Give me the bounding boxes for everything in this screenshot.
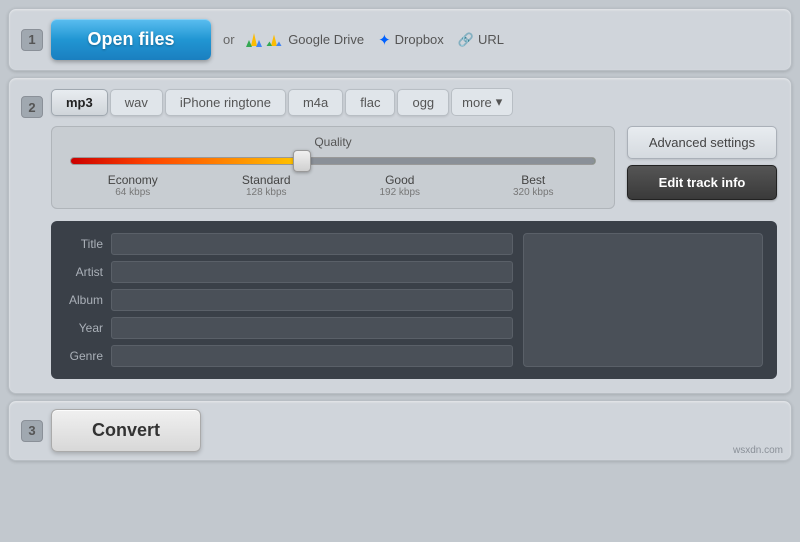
tab-more[interactable]: more ▾	[451, 88, 513, 116]
link-icon: 🔗	[458, 32, 474, 48]
title-field-row: Title	[65, 233, 513, 255]
quality-area: Quality Economy 64 kbps Standard 128 kbp…	[51, 126, 615, 209]
convert-button[interactable]: Convert	[51, 409, 201, 452]
edit-track-button[interactable]: Edit track info	[627, 165, 777, 200]
economy-kbps: 64 kbps	[66, 187, 200, 198]
url-label: URL	[478, 32, 504, 47]
dropbox-label: Dropbox	[395, 32, 444, 47]
best-label: Best	[467, 173, 601, 187]
chevron-down-icon: ▾	[496, 94, 503, 110]
slider-track	[70, 157, 596, 165]
album-input[interactable]	[111, 289, 513, 311]
quality-good: Good 192 kbps	[333, 173, 467, 198]
slider-container	[70, 157, 596, 165]
settings-row: Quality Economy 64 kbps Standard 128 kbp…	[51, 126, 777, 209]
album-label: Album	[65, 293, 103, 307]
tab-mp3[interactable]: mp3	[51, 89, 108, 116]
artist-field-row: Artist	[65, 261, 513, 283]
or-text: or	[223, 32, 235, 47]
title-input[interactable]	[111, 233, 513, 255]
quality-label: Quality	[66, 135, 600, 149]
best-kbps: 320 kbps	[467, 187, 601, 198]
advanced-settings-button[interactable]: Advanced settings	[627, 126, 777, 159]
standard-kbps: 128 kbps	[200, 187, 334, 198]
genre-label: Genre	[65, 349, 103, 363]
quality-standard: Standard 128 kbps	[200, 173, 334, 198]
google-drive-label: Google Drive	[288, 32, 364, 47]
slider-track-gray	[307, 158, 595, 164]
economy-label: Economy	[66, 173, 200, 187]
quality-slider-thumb[interactable]	[293, 150, 311, 172]
track-image-area	[523, 233, 763, 367]
watermark: wsxdn.com	[733, 445, 783, 456]
section-open-files: 1 Open files or	[8, 8, 792, 71]
dropbox-link[interactable]: ✦ Dropbox	[378, 31, 444, 49]
standard-label: Standard	[200, 173, 334, 187]
track-info-area: Title Artist Album Year Genre	[51, 221, 777, 379]
step-number-1: 1	[21, 29, 43, 51]
url-link[interactable]: 🔗 URL	[458, 32, 504, 48]
artist-label: Artist	[65, 265, 103, 279]
artist-input[interactable]	[111, 261, 513, 283]
open-files-button[interactable]: Open files	[51, 19, 211, 60]
quality-best: Best 320 kbps	[467, 173, 601, 198]
tab-flac[interactable]: flac	[345, 89, 395, 116]
genre-input[interactable]	[111, 345, 513, 367]
album-field-row: Album	[65, 289, 513, 311]
section-convert: 3 Convert wsxdn.com	[8, 400, 792, 461]
year-field-row: Year	[65, 317, 513, 339]
slider-labels: Economy 64 kbps Standard 128 kbps Good 1…	[66, 173, 600, 198]
step-number-3: 3	[21, 420, 43, 442]
tab-iphone-ringtone[interactable]: iPhone ringtone	[165, 89, 286, 116]
main-container: 1 Open files or	[0, 0, 800, 542]
right-buttons: Advanced settings Edit track info	[627, 126, 777, 200]
step-number-2: 2	[21, 96, 43, 118]
tab-wav[interactable]: wav	[110, 89, 163, 116]
genre-field-row: Genre	[65, 345, 513, 367]
year-input[interactable]	[111, 317, 513, 339]
dropbox-icon: ✦	[378, 31, 391, 49]
section-format: 2 mp3 wav iPhone ringtone m4a flac ogg m…	[8, 77, 792, 394]
good-kbps: 192 kbps	[333, 187, 467, 198]
more-label: more	[462, 95, 492, 110]
track-fields: Title Artist Album Year Genre	[65, 233, 513, 367]
tab-ogg[interactable]: ogg	[397, 89, 449, 116]
google-drive-icon	[245, 31, 285, 48]
cloud-options: Google Drive ✦ Dropbox 🔗 URL	[245, 31, 504, 49]
format-tabs: mp3 wav iPhone ringtone m4a flac ogg mor…	[51, 88, 777, 116]
quality-economy: Economy 64 kbps	[66, 173, 200, 198]
google-drive-link[interactable]: Google Drive	[245, 31, 365, 48]
good-label: Good	[333, 173, 467, 187]
year-label: Year	[65, 321, 103, 335]
title-label: Title	[65, 237, 103, 251]
tab-m4a[interactable]: m4a	[288, 89, 343, 116]
